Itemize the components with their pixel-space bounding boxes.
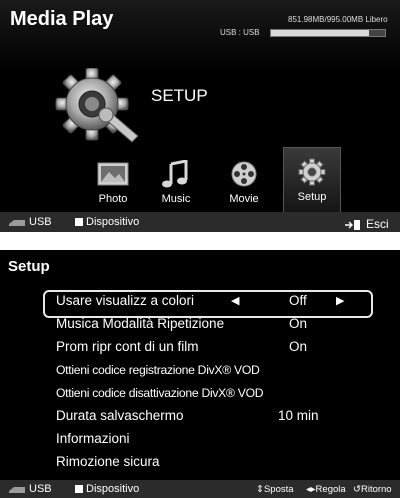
exit-label: Esci [366,217,389,231]
usb-label: USB [29,216,52,228]
adjust-hint: ◂▸Regola [306,484,346,495]
menu-item-color-display[interactable]: Usare visualizz a colori ◀ Off ▶ [56,290,366,312]
menu-item-label: Rimozione sicura [56,454,160,469]
adjust-label: Regola [315,484,346,495]
app-label: Photo [98,193,128,205]
menu-item-value: Off [289,293,307,308]
menu-item-label: Informazioni [56,431,130,446]
setup-menu-panel: Setup Usare visualizz a colori ◀ Off ▶ M… [0,250,400,498]
storage-bar [270,29,386,37]
app-label: Movie [229,193,259,205]
left-arrow-icon[interactable]: ◀ [231,290,239,312]
panel-title: Setup [8,258,50,275]
app-music[interactable]: Music [148,150,204,210]
section-heading: SETUP [151,86,208,105]
menu-item-label: Usare visualizz a colori [56,293,195,308]
menu-item-label: Prom ripr cont di un film [56,339,199,354]
menu-item-movie-resume[interactable]: Prom ripr cont di un film On [56,336,366,358]
menu-item-label: Ottieni codice disattivazione DivX® VOD [56,386,264,400]
photo-icon [97,162,129,186]
gear-icon [298,158,326,186]
device-footer-button[interactable]: Dispositivo [75,216,139,228]
menu-item-information[interactable]: Informazioni [56,428,366,450]
usb-stick-icon [9,219,25,226]
menu-item-safe-remove[interactable]: Rimozione sicura [56,451,366,473]
menu-item-label: Durata salvaschermo [56,408,184,423]
app-photo[interactable]: Photo [85,150,141,210]
usb-label: USB [29,483,52,495]
back-hint[interactable]: ↺Ritorno [353,484,392,495]
back-label: Ritorno [360,484,392,495]
menu-item-screensaver[interactable]: Durata salvaschermo 10 min [56,405,366,427]
usb-footer-button[interactable]: USB [8,216,52,228]
app-setup[interactable]: Setup [283,147,341,213]
blue-button-icon [75,218,83,227]
left-right-arrows-icon: ◂▸ [306,484,316,495]
up-down-arrows-icon: ⇕ [256,484,264,495]
storage-free-text: 851.98MB/995.00MB Libero [288,15,388,24]
menu-item-divx-registration[interactable]: Ottieni codice registrazione DivX® VOD [56,359,366,381]
usb-stick-icon [9,486,25,493]
menu-item-label: Musica Modalità Ripetizione [56,316,225,331]
setup-gear-icon [55,68,139,143]
footer-bar: USB Dispositivo Esci [0,212,400,232]
exit-button[interactable]: Esci [345,217,389,231]
usb-device-label: USB : USB [220,28,260,37]
film-reel-icon [231,161,257,187]
move-label: Sposta [263,484,294,495]
menu-item-music-repeat[interactable]: Musica Modalità Ripetizione On [56,313,366,335]
panel-title: Media Play [10,8,114,30]
exit-icon [345,219,360,230]
usb-footer-button[interactable]: USB [8,483,52,495]
media-play-panel: Media Play USB : USB 851.98MB/995.00MB L… [0,0,400,232]
app-label: Music [161,193,191,205]
menu-item-divx-deactivation[interactable]: Ottieni codice disattivazione DivX® VOD [56,382,366,404]
footer-bar: USB Dispositivo ⇕Sposta ◂▸Regola ↺Ritorn… [0,480,400,498]
move-hint: ⇕Sposta [256,484,294,495]
return-icon: ↺ [353,484,361,495]
device-footer-button[interactable]: Dispositivo [75,483,139,495]
device-label: Dispositivo [86,216,140,228]
menu-item-value: On [289,339,308,354]
music-note-icon [162,160,188,188]
menu-item-value: On [289,316,308,331]
storage-bar-fill [271,30,369,36]
device-label: Dispositivo [86,483,140,495]
blue-button-icon [75,485,83,494]
menu-item-value: 10 min [278,408,319,423]
app-label: Setup [297,191,327,203]
right-arrow-icon[interactable]: ▶ [336,290,344,312]
app-movie[interactable]: Movie [216,150,272,210]
menu-item-label: Ottieni codice registrazione DivX® VOD [56,363,260,377]
